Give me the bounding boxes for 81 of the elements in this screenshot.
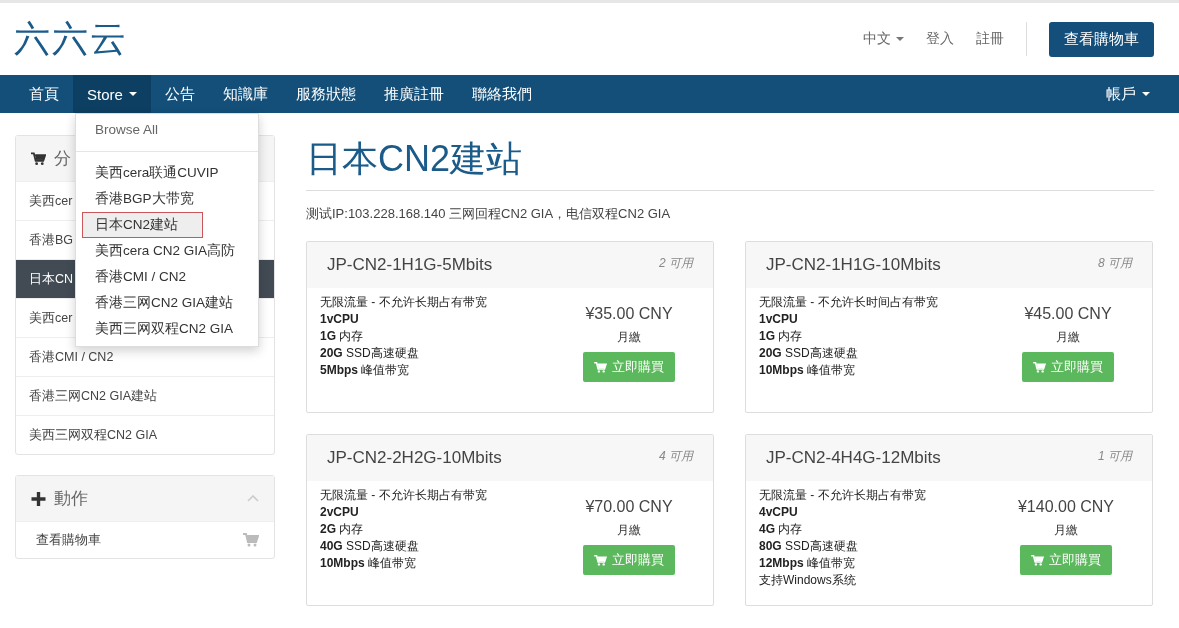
product-name: JP-CN2-2H2G-10Mbits — [327, 448, 502, 468]
billing-cycle: 月繳 — [617, 522, 641, 539]
language-dropdown[interactable]: 中文 — [863, 30, 904, 48]
feature-text: 4vCPU — [759, 504, 799, 521]
nav-item[interactable]: 聯絡我們 — [457, 75, 546, 113]
feature-text: 5Mbps 峰值带宽 — [320, 362, 411, 379]
dropdown-item[interactable]: 香港BGP大带宽 — [76, 186, 258, 212]
caret-icon — [896, 37, 904, 41]
price: ¥140.00 CNY — [1017, 498, 1114, 516]
feature-text: 10Mbps 峰值带宽 — [759, 362, 857, 379]
nav-item[interactable]: 知識庫 — [208, 75, 282, 113]
site-logo[interactable]: 六六云 — [14, 14, 128, 64]
description: 测试IP:103.228.168.140 三网回程CN2 GIA，电信双程CN2 GIA — [306, 205, 672, 223]
dropdown-item[interactable]: 香港三网CN2 GIA建站 — [76, 290, 258, 316]
caret-icon — [128, 92, 137, 96]
plus-icon — [31, 491, 46, 506]
header-link[interactable]: 登入 — [926, 30, 954, 48]
nav-item[interactable]: Store — [73, 75, 151, 113]
price: ¥35.00 CNY — [585, 305, 673, 323]
cart-icon — [31, 151, 46, 166]
feature-text: 20G SSD高速硬盘 — [759, 345, 859, 362]
availability-label: 4 可用 — [659, 448, 693, 465]
nav-item[interactable]: 推廣註冊 — [369, 75, 458, 113]
availability-label: 8 可用 — [1098, 255, 1132, 272]
feature-text: 2G 内存 — [320, 521, 365, 538]
billing-cycle: 月繳 — [617, 329, 641, 346]
category-item[interactable]: 香港CMI / CN2 — [29, 348, 114, 366]
product-name: JP-CN2-4H4G-12Mbits — [766, 448, 941, 468]
feature-text: 无限流量 - 不允许长时间占有带宽 — [759, 294, 939, 311]
nav-item[interactable]: 首頁 — [15, 75, 73, 113]
feature-text: 10Mbps 峰值带宽 — [320, 555, 418, 572]
billing-cycle: 月繳 — [1056, 329, 1080, 346]
account-menu[interactable]: 帳戶 — [1092, 75, 1164, 113]
nav-item[interactable]: 服務狀態 — [281, 75, 370, 113]
feature-text: 无限流量 - 不允许长期占有带宽 — [320, 487, 488, 504]
feature-text: 1G 内存 — [759, 328, 804, 345]
dropdown-item[interactable]: 美西三网双程CN2 GIA — [76, 316, 258, 342]
panel-title: 分 — [54, 148, 71, 170]
feature-text: 无限流量 - 不允许长期占有带宽 — [320, 294, 488, 311]
feature-text: 支持Windows系统 — [759, 572, 857, 589]
feature-text: 40G SSD高速硬盘 — [320, 538, 420, 555]
dropdown-item[interactable]: Browse All — [76, 115, 258, 146]
chevron-up-icon[interactable] — [247, 495, 259, 502]
feature-text: 80G SSD高速硬盘 — [759, 538, 859, 555]
billing-cycle: 月繳 — [1053, 522, 1078, 539]
cart-icon — [1030, 554, 1044, 566]
price: ¥70.00 CNY — [585, 498, 673, 516]
cart-icon — [1033, 361, 1046, 373]
nav-item[interactable]: 公告 — [150, 75, 209, 113]
feature-text: 1vCPU — [320, 311, 360, 328]
caret-icon — [1142, 92, 1150, 96]
header-link[interactable]: 註冊 — [976, 30, 1004, 48]
category-item[interactable]: 美西cer — [29, 192, 73, 210]
feature-text: 20G SSD高速硬盘 — [320, 345, 420, 362]
feature-text: 1vCPU — [759, 311, 799, 328]
page-title: 日本CN2建站 — [306, 135, 1154, 191]
feature-text: 无限流量 - 不允许长期占有带宽 — [759, 487, 927, 504]
feature-text: 1G 内存 — [320, 328, 365, 345]
category-item[interactable]: 香港三网CN2 GIA建站 — [29, 387, 157, 405]
product-name: JP-CN2-1H1G-10Mbits — [766, 255, 941, 275]
action-label: 查看購物車 — [36, 531, 101, 549]
dropdown-item[interactable]: 美西cera CN2 GIA高防 — [76, 238, 258, 264]
cart-icon — [594, 554, 607, 566]
dropdown-item[interactable]: 日本CN2建站 — [82, 212, 203, 238]
cart-icon — [594, 361, 607, 373]
feature-text: 4G 内存 — [759, 521, 804, 538]
category-item[interactable]: 美西三网双程CN2 GIA — [29, 426, 157, 444]
cart-icon — [243, 533, 259, 547]
action-item[interactable]: 查看購物車 — [16, 521, 274, 558]
panel-title: 動作 — [54, 488, 88, 510]
category-item[interactable]: 香港BG — [29, 231, 74, 249]
dropdown-item[interactable]: 香港CMI / CN2 — [76, 264, 258, 290]
category-item[interactable]: 美西cer — [29, 309, 73, 327]
price: ¥45.00 CNY — [1024, 305, 1112, 323]
availability-label: 2 可用 — [659, 255, 693, 272]
feature-text: 12Mbps 峰值带宽 — [759, 555, 857, 572]
view-cart-button[interactable]: 查看購物車 — [1049, 21, 1154, 57]
dropdown-item[interactable]: 美西cera联通CUVIP — [76, 160, 258, 186]
availability-label: 1 可用 — [1098, 448, 1132, 465]
product-name: JP-CN2-1H1G-5Mbits — [327, 255, 493, 275]
feature-text: 2vCPU — [320, 504, 360, 521]
